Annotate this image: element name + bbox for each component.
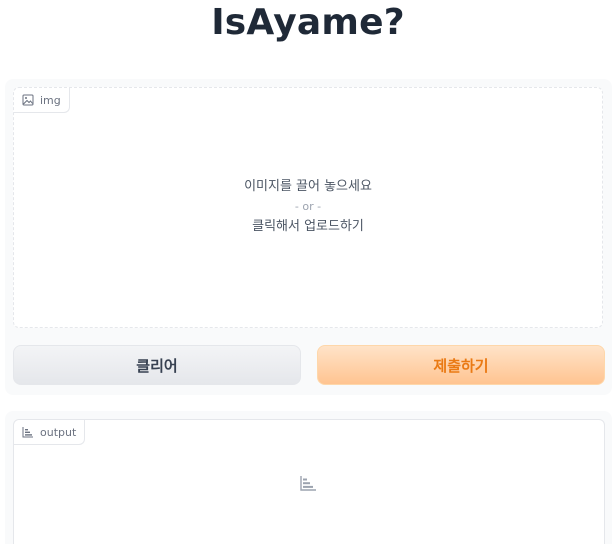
submit-button[interactable]: 제출하기 — [317, 345, 605, 385]
output-panel: output — [5, 411, 612, 544]
drop-or-separator: - or - — [294, 200, 322, 213]
clear-button[interactable]: 클리어 — [13, 345, 301, 385]
output-box: output — [13, 419, 605, 544]
app-page: IsAyame? img 이미지를 끌어 놓으세요 - or - 클릭해서 업로… — [0, 0, 616, 544]
input-label-tag: img — [14, 88, 70, 113]
input-label-text: img — [40, 93, 61, 107]
input-panel: img 이미지를 끌어 놓으세요 - or - 클릭해서 업로드하기 클리어 제… — [5, 79, 612, 395]
image-dropzone[interactable]: img 이미지를 끌어 놓으세요 - or - 클릭해서 업로드하기 — [13, 87, 603, 328]
upload-instruction: 클릭해서 업로드하기 — [252, 219, 364, 234]
output-label-text: output — [40, 425, 77, 439]
output-label-tag: output — [14, 420, 86, 445]
page-title: IsAyame? — [211, 2, 405, 43]
drop-instruction: 이미지를 끌어 놓으세요 — [244, 179, 372, 194]
output-placeholder-icon — [299, 474, 317, 496]
dropzone-instructions: 이미지를 끌어 놓으세요 - or - 클릭해서 업로드하기 — [14, 176, 602, 238]
bar-chart-icon — [22, 426, 34, 438]
image-icon — [22, 94, 34, 106]
